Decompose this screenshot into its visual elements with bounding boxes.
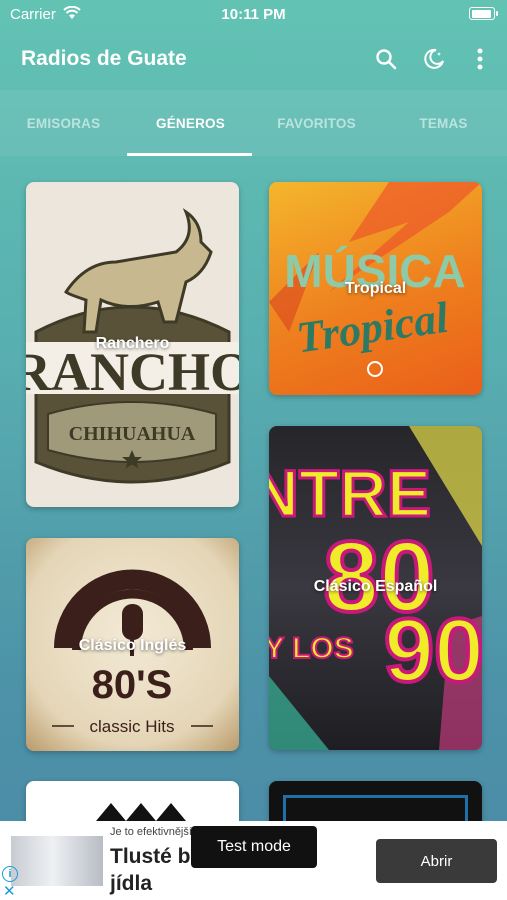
- test-mode-toast: Test mode: [191, 826, 317, 868]
- ad-image: [11, 836, 103, 886]
- genre-card-clasico-espanol[interactable]: ENTRE 80 Y LOS 90 Clásico Español: [269, 426, 482, 750]
- clasico-espanol-art-text: ENTRE: [269, 456, 431, 530]
- ad-open-button[interactable]: Abrir: [376, 839, 497, 883]
- ad-close-icon[interactable]: ✕: [3, 882, 16, 900]
- ad-banner[interactable]: Je to efektivnější Tlusté biz jídla Test…: [0, 821, 507, 900]
- battery-icon: [469, 7, 498, 20]
- status-time: 10:11 PM: [221, 6, 286, 23]
- status-bar: Carrier 10:11 PM: [0, 0, 507, 30]
- genre-label-ranchero: Ranchero: [95, 335, 170, 352]
- ad-headline-line1: Tlusté b: [110, 845, 191, 868]
- tab-emisoras[interactable]: EMISORAS: [0, 90, 127, 156]
- clasico-espanol-art-90: 90: [384, 601, 482, 701]
- tropical-art-sub: Tropical: [294, 293, 452, 363]
- ad-info-icon[interactable]: i: [2, 866, 18, 882]
- tab-bar: EMISORAS GÉNEROS FAVORITOS TEMAS: [0, 90, 507, 156]
- app-title: Radios de Guate: [21, 47, 187, 70]
- clasico-espanol-art-ylos: Y LOS: [269, 632, 354, 665]
- genre-label-clasico-espanol: Clásico Español: [313, 578, 438, 595]
- genre-label-tropical: Tropical: [344, 280, 407, 297]
- app-bar: Radios de Guate: [0, 30, 507, 90]
- genre-grid: RANCHO CHIHUAHUA Ranchero MÚSICA Tropica…: [0, 156, 507, 821]
- genre-label-clasico-ingles: Clásico Inglés: [78, 637, 187, 654]
- ranchero-art-sub: CHIHUAHUA: [69, 423, 196, 445]
- genre-card-partial-right[interactable]: [269, 781, 482, 821]
- genre-card-partial-left[interactable]: [26, 781, 239, 821]
- search-icon[interactable]: [373, 46, 399, 72]
- tab-temas[interactable]: TEMAS: [380, 90, 507, 156]
- tab-generos[interactable]: GÉNEROS: [127, 90, 254, 156]
- ad-subtitle: Je to efektivnější: [110, 826, 192, 838]
- ad-headline-line2: jídla: [110, 872, 153, 895]
- tab-favoritos[interactable]: FAVORITOS: [253, 90, 380, 156]
- genre-card-tropical[interactable]: MÚSICA Tropical Tropical: [269, 182, 482, 395]
- theme-toggle-icon[interactable]: [421, 46, 447, 72]
- more-options-icon[interactable]: [467, 46, 493, 72]
- clasico-ingles-art-sub: classic Hits: [89, 717, 174, 736]
- genre-card-clasico-ingles[interactable]: 80'S classic Hits Clásico Inglés: [26, 538, 239, 751]
- clasico-ingles-art-text: 80'S: [92, 663, 173, 707]
- genre-card-ranchero[interactable]: RANCHO CHIHUAHUA Ranchero: [26, 182, 239, 507]
